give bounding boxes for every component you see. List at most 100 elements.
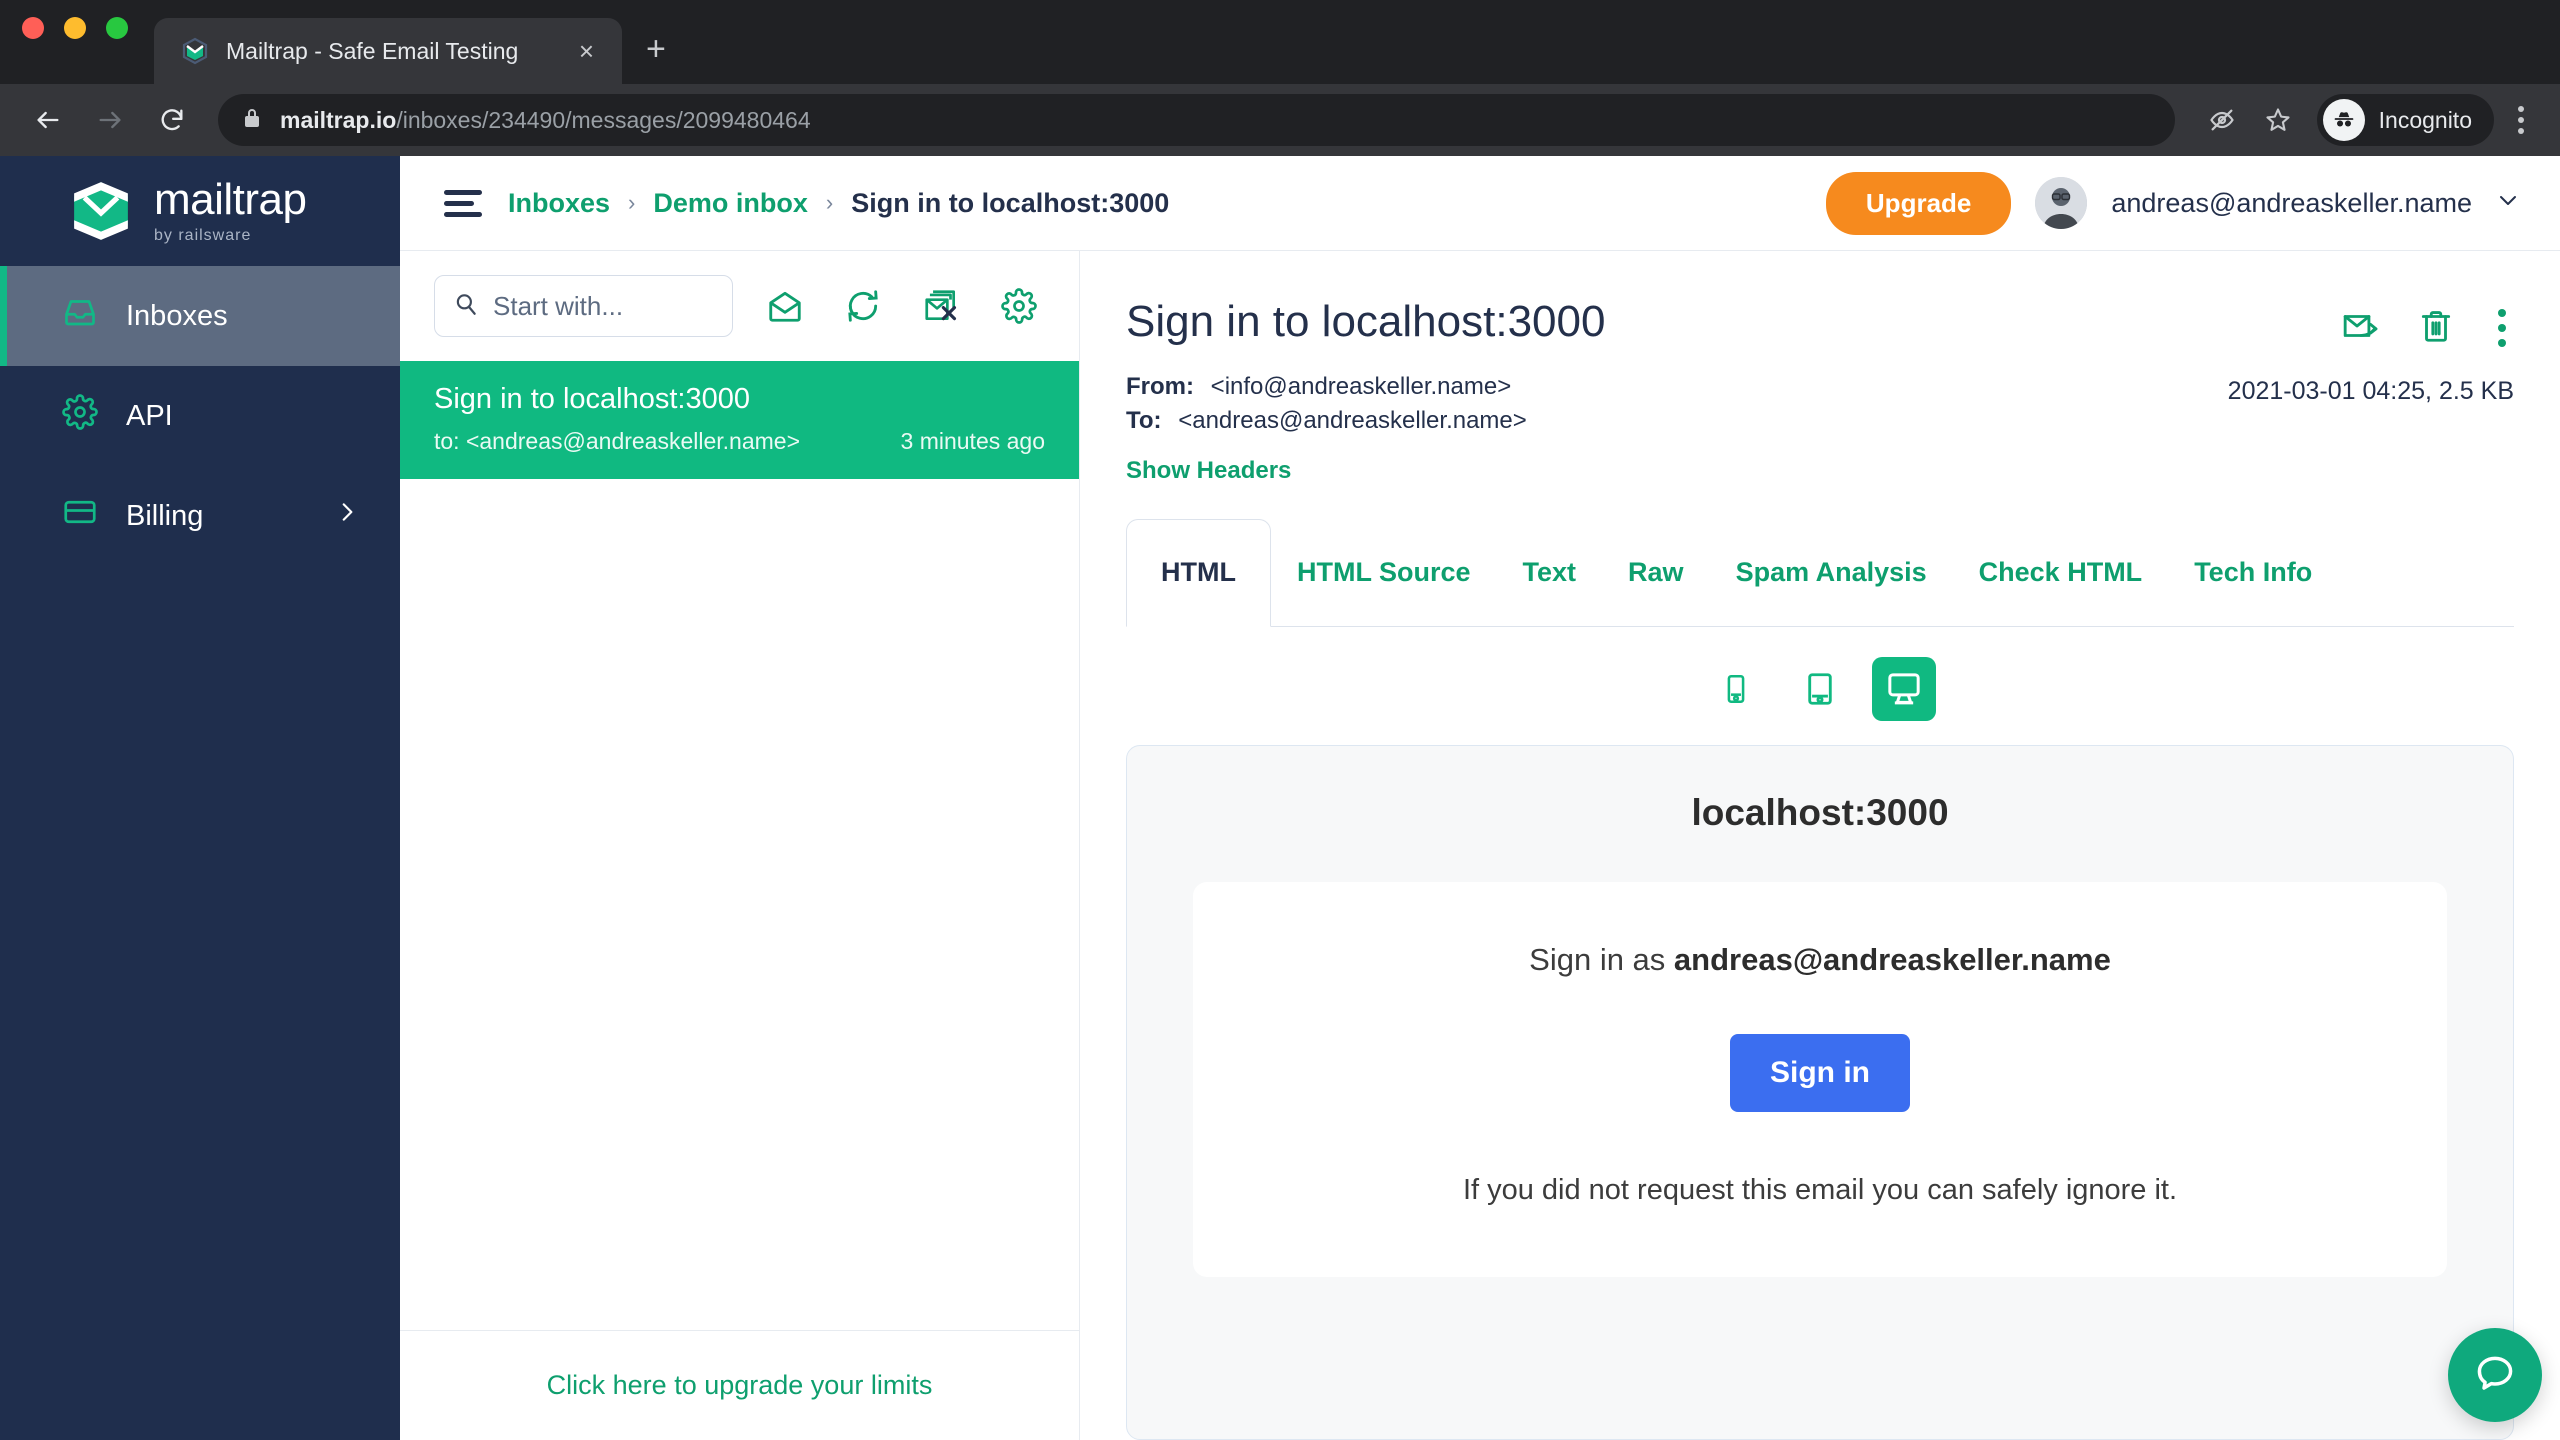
tab-raw[interactable]: Raw: [1602, 519, 1710, 626]
mailtrap-logo-icon: [74, 182, 128, 240]
credit-card-icon: [62, 494, 98, 538]
sidebar-item-label: Billing: [126, 499, 204, 532]
message-meta: to: <andreas@andreaskeller.name> 3 minut…: [434, 428, 1045, 455]
tablet-preview-icon[interactable]: [1788, 657, 1852, 721]
mobile-preview-icon[interactable]: [1704, 657, 1768, 721]
star-icon[interactable]: [2255, 97, 2301, 143]
email-preview-heading: localhost:3000: [1691, 792, 1949, 833]
support-beacon-button[interactable]: [2448, 1328, 2542, 1422]
sidebar: mailtrap by railsware Inboxes API Billin…: [0, 156, 400, 1440]
chevron-down-icon[interactable]: [2496, 188, 2520, 218]
chrome-menu-icon[interactable]: [2504, 106, 2538, 134]
incognito-profile-button[interactable]: Incognito: [2316, 94, 2494, 146]
from-value: <info@andreaskeller.name>: [1210, 373, 1512, 400]
search-input[interactable]: Start with...: [434, 275, 734, 337]
message-view-tabs: HTML HTML Source Text Raw Spam Analysis …: [1126, 519, 2514, 627]
settings-gear-icon[interactable]: [993, 279, 1045, 333]
page-title: Sign in to localhost:3000: [1126, 297, 1606, 346]
breadcrumb-item-demo-inbox[interactable]: Demo inbox: [653, 188, 808, 219]
eye-off-icon[interactable]: [2199, 97, 2245, 143]
breadcrumb-separator: ›: [825, 190, 834, 215]
tab-html[interactable]: HTML: [1126, 519, 1271, 627]
browser-window: Mailtrap - Safe Email Testing × + mailtr…: [0, 0, 2560, 1440]
search-input-placeholder: Start with...: [493, 290, 624, 321]
message-detail-header-left: Sign in to localhost:3000 From: <info@an…: [1126, 297, 2228, 485]
new-tab-button[interactable]: +: [646, 32, 666, 66]
hamburger-icon[interactable]: [444, 189, 482, 217]
tab-tech-info[interactable]: Tech Info: [2168, 519, 2338, 626]
upgrade-limits-link[interactable]: Click here to upgrade your limits: [547, 1370, 933, 1401]
incognito-label: Incognito: [2378, 106, 2472, 133]
message-date-size: 2021-03-01 04:25, 2.5 KB: [2227, 377, 2514, 405]
browser-tabstrip: Mailtrap - Safe Email Testing × +: [0, 0, 2560, 84]
email-signin-line: Sign in as andreas@andreaskeller.name: [1233, 942, 2407, 978]
breadcrumb-separator: ›: [628, 190, 636, 215]
chat-bubble-icon: [2473, 1351, 2517, 1400]
message-detail-panel: Sign in to localhost:3000 From: <info@an…: [1080, 251, 2560, 1440]
delete-all-icon[interactable]: [915, 279, 967, 333]
user-email-label: andreas@andreaskeller.name: [2111, 187, 2472, 218]
breadcrumb-item-current: Sign in to localhost:3000: [851, 187, 1170, 218]
breadcrumb-item-inboxes[interactable]: Inboxes: [508, 188, 610, 219]
mailtrap-favicon: [180, 36, 210, 66]
app-topbar: Inboxes › Demo inbox › Sign in to localh…: [400, 156, 2560, 251]
email-signin-prefix: Sign in as: [1529, 942, 1674, 977]
message-detail-header: Sign in to localhost:3000 From: <info@an…: [1126, 251, 2514, 485]
to-value: <andreas@andreaskeller.name>: [1178, 407, 1527, 434]
lock-icon: [240, 106, 264, 135]
address-bar-url: mailtrap.io/inboxes/234490/messages/2099…: [280, 107, 811, 134]
forward-arrow-icon[interactable]: [84, 94, 136, 146]
message-subject: Sign in to localhost:3000: [434, 383, 750, 415]
message-list-footer: Click here to upgrade your limits: [400, 1330, 1079, 1440]
tab-html-source[interactable]: HTML Source: [1271, 519, 1497, 626]
chevron-right-icon: [334, 499, 360, 533]
mailtrap-app: mailtrap by railsware Inboxes API Billin…: [0, 156, 2560, 1440]
sidebar-item-label: API: [126, 399, 173, 432]
email-signin-button[interactable]: Sign in: [1730, 1034, 1910, 1112]
to-line: To: <andreas@andreaskeller.name>: [1126, 407, 2228, 435]
message-detail-header-right: 2021-03-01 04:25, 2.5 KB: [2228, 297, 2514, 485]
browser-tab-title: Mailtrap - Safe Email Testing: [226, 37, 519, 64]
email-preview: localhost:3000 Sign in as andreas@andrea…: [1126, 745, 2514, 1440]
to-label: To:: [1126, 407, 1162, 434]
mark-as-read-icon[interactable]: [759, 279, 811, 333]
sidebar-item-billing[interactable]: Billing: [0, 466, 400, 566]
minimize-window-button[interactable]: [64, 17, 86, 39]
list-item[interactable]: Sign in to localhost:3000 to: <andreas@a…: [400, 361, 1079, 479]
address-bar-path: /inboxes/234490/messages/2099480464: [396, 106, 811, 133]
delete-icon[interactable]: [2416, 307, 2456, 350]
reload-icon[interactable]: [146, 94, 198, 146]
message-recipient: to: <andreas@andreaskeller.name>: [434, 428, 801, 454]
address-bar[interactable]: mailtrap.io/inboxes/234490/messages/2099…: [218, 94, 2175, 146]
show-headers-link[interactable]: Show Headers: [1126, 457, 1291, 485]
avatar[interactable]: [2035, 177, 2088, 229]
sidebar-item-label: Inboxes: [126, 299, 228, 332]
close-tab-button[interactable]: ×: [573, 34, 600, 68]
mailtrap-logo[interactable]: mailtrap by railsware: [0, 156, 400, 266]
desktop-preview-icon[interactable]: [1872, 657, 1936, 721]
back-arrow-icon[interactable]: [22, 94, 74, 146]
email-preview-note: If you did not request this email you ca…: [1462, 1174, 2178, 1206]
refresh-icon[interactable]: [837, 279, 889, 333]
message-list-toolbar: Start with...: [400, 251, 1079, 361]
from-line: From: <info@andreaskeller.name>: [1126, 373, 2228, 401]
sidebar-item-api[interactable]: API: [0, 366, 400, 466]
forward-email-icon[interactable]: [2340, 307, 2382, 350]
sidebar-item-inboxes[interactable]: Inboxes: [0, 266, 400, 366]
tab-text[interactable]: Text: [1497, 519, 1603, 626]
browser-tab[interactable]: Mailtrap - Safe Email Testing ×: [154, 18, 622, 84]
device-preview-toggles: [1126, 627, 2514, 745]
message-timestamp: 3 minutes ago: [900, 428, 1045, 454]
maximize-window-button[interactable]: [106, 17, 128, 39]
breadcrumb: Inboxes › Demo inbox › Sign in to localh…: [508, 188, 1169, 219]
tab-check-html[interactable]: Check HTML: [1953, 519, 2169, 626]
gear-icon: [62, 394, 98, 438]
email-signin-email: andreas@andreaskeller.name: [1673, 942, 2111, 977]
upgrade-button[interactable]: Upgrade: [1825, 171, 2012, 235]
logo-tagline: by railsware: [154, 227, 252, 244]
tab-spam-analysis[interactable]: Spam Analysis: [1710, 519, 1953, 626]
from-label: From:: [1126, 373, 1194, 400]
close-window-button[interactable]: [22, 17, 44, 39]
more-options-icon[interactable]: [2490, 305, 2514, 351]
message-actions: [2340, 305, 2514, 351]
